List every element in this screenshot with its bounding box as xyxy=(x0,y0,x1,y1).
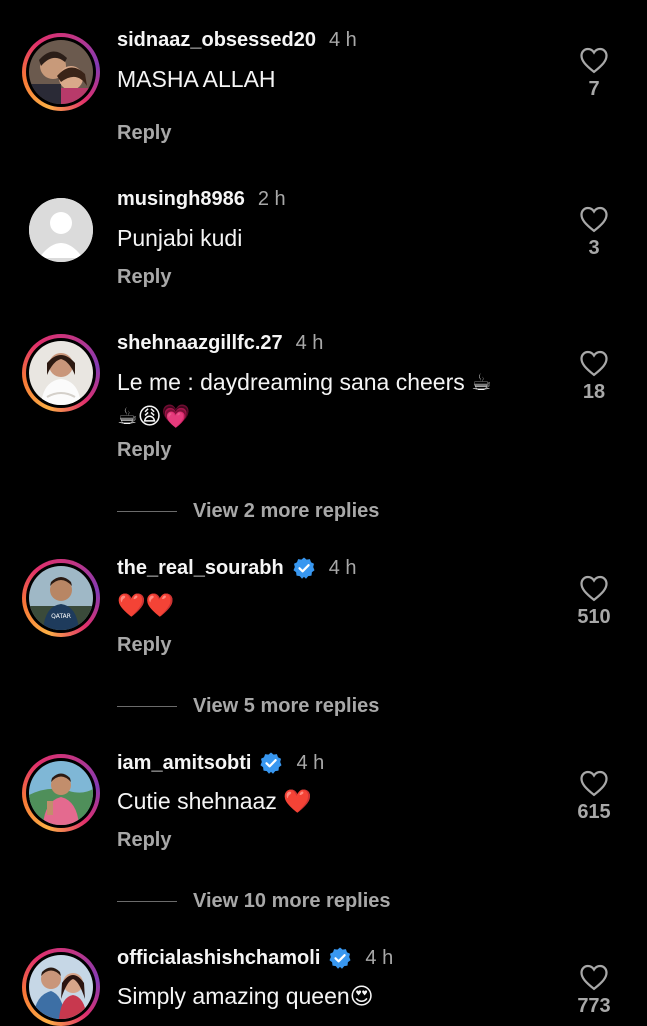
heart-outline-icon[interactable] xyxy=(579,574,609,602)
reply-button[interactable]: Reply xyxy=(117,439,171,462)
timestamp: 4 h xyxy=(328,556,357,579)
like-button[interactable]: 510 xyxy=(568,574,620,629)
view-more-replies[interactable]: View 10 more replies xyxy=(117,890,391,913)
default-avatar-icon xyxy=(29,198,93,262)
comment-text: Le me : daydreaming sana cheers ☕ ☕😩💗 xyxy=(117,365,557,435)
comment-header: sidnaaz_obsessed20 4 h xyxy=(117,29,357,52)
avatar[interactable] xyxy=(29,198,93,262)
like-button[interactable]: 773 xyxy=(568,963,620,1018)
divider-line xyxy=(117,901,177,902)
timestamp: 4 h xyxy=(365,946,394,969)
username[interactable]: sidnaaz_obsessed20 xyxy=(117,29,316,52)
comment-text-line: ☕😩💗 xyxy=(117,404,191,430)
svg-text:QATAR: QATAR xyxy=(51,613,71,620)
comment-header: the_real_sourabh 4 h xyxy=(117,556,357,580)
like-count: 510 xyxy=(577,606,611,628)
like-button[interactable]: 3 xyxy=(568,205,620,260)
avatar-story-ring[interactable] xyxy=(22,948,100,1026)
username[interactable]: officialashishchamoli xyxy=(117,947,320,970)
view-more-replies[interactable]: View 2 more replies xyxy=(117,500,379,523)
avatar xyxy=(29,40,93,104)
like-count: 3 xyxy=(588,237,600,259)
username[interactable]: iam_amitsobti xyxy=(117,752,251,775)
verified-badge-icon xyxy=(293,557,315,579)
comment-text-line: Le me : daydreaming sana cheers ☕ xyxy=(117,369,492,395)
divider-line xyxy=(117,706,177,707)
reply-button[interactable]: Reply xyxy=(117,634,171,657)
comment-header: officialashishchamoli 4 h xyxy=(117,946,393,970)
avatar-story-ring[interactable] xyxy=(22,334,100,412)
heart-outline-icon[interactable] xyxy=(579,963,609,991)
comment-text: Cutie shehnaaz ❤️ xyxy=(117,788,312,814)
timestamp: 4 h xyxy=(329,29,357,51)
view-more-label[interactable]: View 5 more replies xyxy=(193,695,379,718)
avatar-story-ring[interactable]: QATAR xyxy=(22,559,100,637)
comment-header: iam_amitsobti 4 h xyxy=(117,751,324,775)
timestamp: 4 h xyxy=(295,332,324,354)
like-button[interactable]: 615 xyxy=(568,769,620,824)
timestamp: 2 h xyxy=(257,188,286,210)
view-more-replies[interactable]: View 5 more replies xyxy=(117,695,379,718)
verified-badge-icon xyxy=(260,752,282,774)
reply-button[interactable]: Reply xyxy=(117,266,171,289)
heart-outline-icon[interactable] xyxy=(579,349,609,377)
verified-badge-icon xyxy=(329,947,351,969)
like-button[interactable]: 18 xyxy=(568,349,620,404)
username[interactable]: the_real_sourabh xyxy=(117,557,284,580)
like-count: 7 xyxy=(588,78,600,100)
heart-outline-icon[interactable] xyxy=(579,769,609,797)
comment-text: Simply amazing queen😍 xyxy=(117,983,374,1009)
comment-header: shehnaazgillfc.27 4 h xyxy=(117,332,323,355)
divider-line xyxy=(117,511,177,512)
comment-text: MASHA ALLAH xyxy=(117,66,276,92)
avatar xyxy=(29,955,93,1019)
like-count: 615 xyxy=(577,801,611,823)
heart-outline-icon[interactable] xyxy=(579,205,609,233)
comment-text: ❤️❤️ xyxy=(117,593,175,619)
comment-text: Punjabi kudi xyxy=(117,225,243,251)
avatar xyxy=(29,341,93,405)
view-more-label[interactable]: View 2 more replies xyxy=(193,500,379,523)
reply-button[interactable]: Reply xyxy=(117,122,171,145)
heart-outline-icon[interactable] xyxy=(579,46,609,74)
reply-button[interactable]: Reply xyxy=(117,829,171,852)
like-button[interactable]: 7 xyxy=(568,46,620,101)
username[interactable]: shehnaazgillfc.27 xyxy=(117,332,283,355)
view-more-label[interactable]: View 10 more replies xyxy=(193,890,391,913)
like-count: 18 xyxy=(582,381,606,403)
avatar xyxy=(29,761,93,825)
avatar-story-ring[interactable] xyxy=(22,33,100,111)
username[interactable]: musingh8986 xyxy=(117,188,245,211)
like-count: 773 xyxy=(577,995,611,1017)
timestamp: 4 h xyxy=(296,751,325,774)
avatar: QATAR xyxy=(29,566,93,630)
avatar-story-ring[interactable] xyxy=(22,754,100,832)
comment-header: musingh8986 2 h xyxy=(117,188,286,211)
